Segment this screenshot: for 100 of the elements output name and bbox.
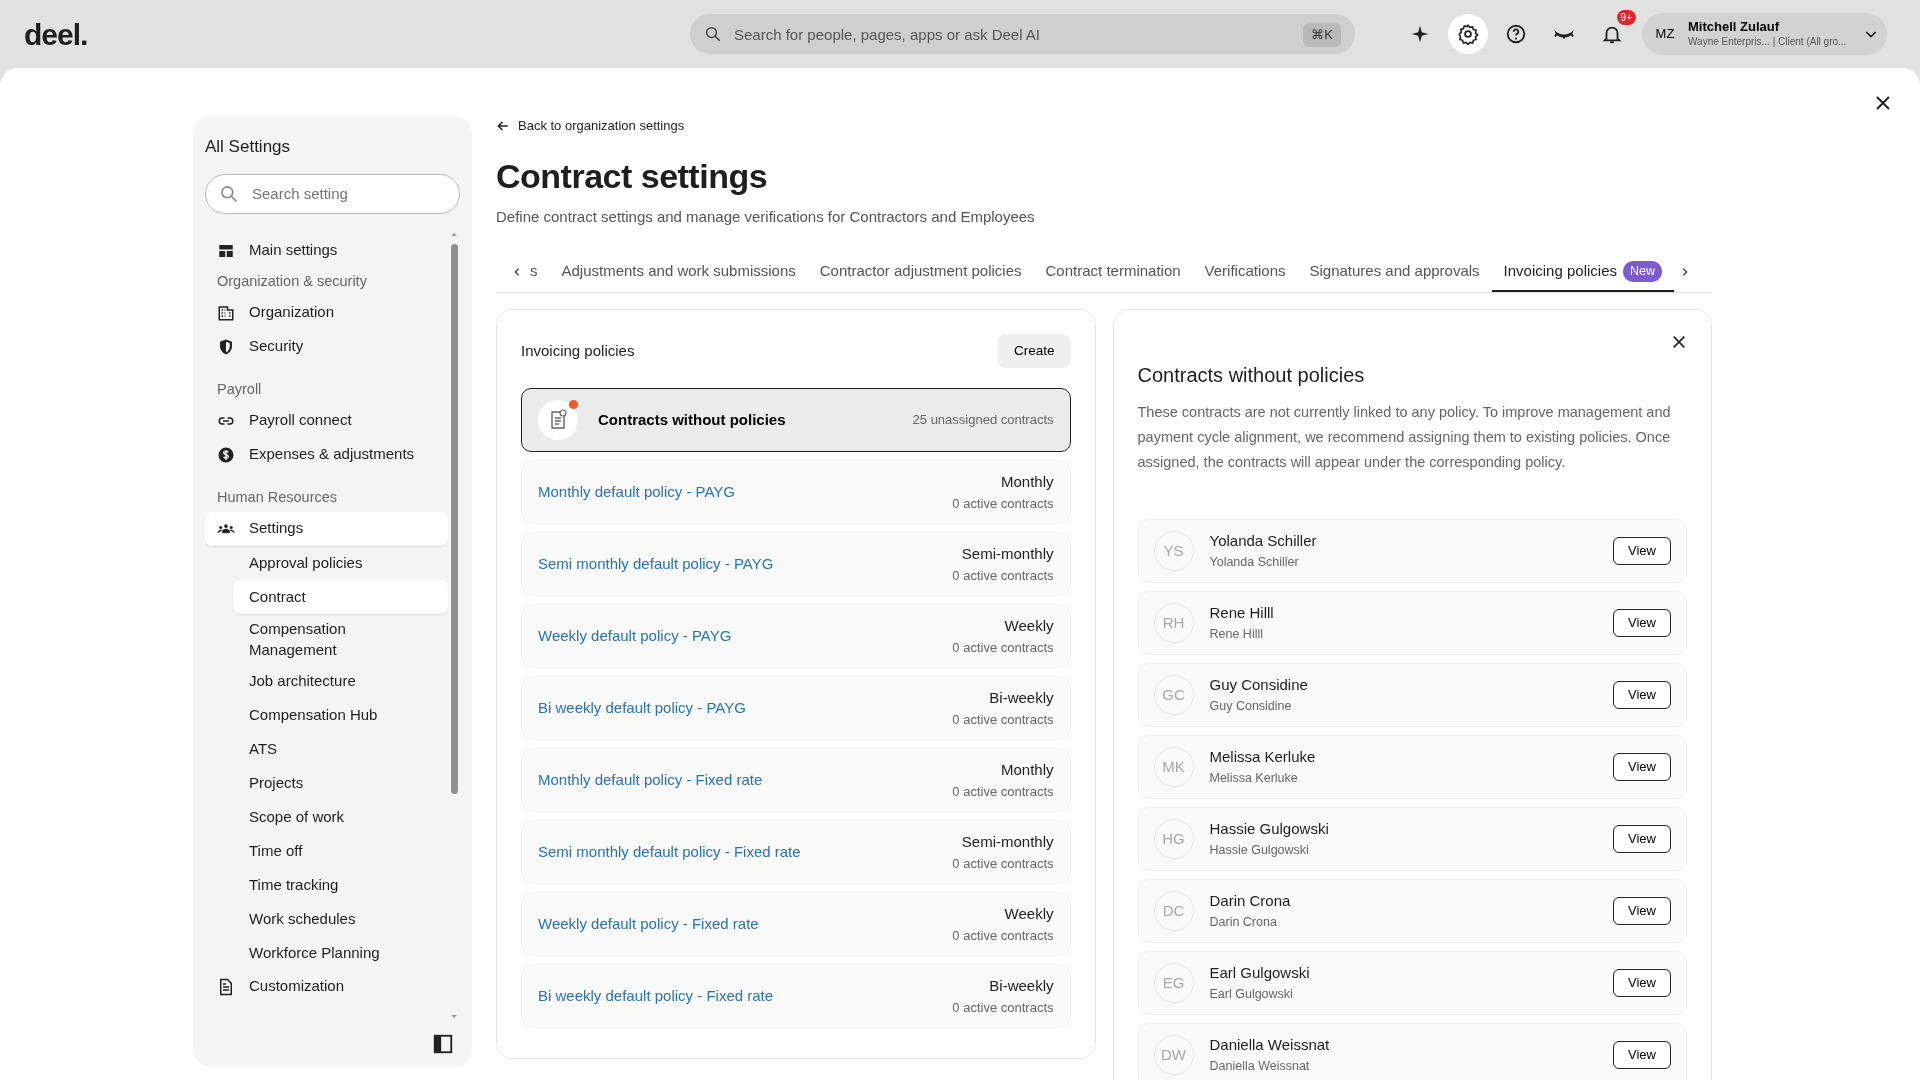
section-heading: Human Resources	[216, 487, 339, 507]
chevron-left-icon	[512, 267, 522, 278]
chevron-right-icon	[1680, 267, 1690, 278]
tab[interactable]: Invoicing policies New	[1491, 252, 1674, 293]
view-button[interactable]: View	[1613, 897, 1671, 925]
payment-frequency: Weekly	[1003, 904, 1054, 924]
sidebar-item[interactable]: Payroll connect	[205, 403, 448, 438]
sidebar-subitem[interactable]: ATS	[233, 731, 448, 766]
sidebar-subitem[interactable]: Contract	[233, 579, 448, 614]
policy-row[interactable]: Weekly default policy - PAYG Weekly 0 active contracts	[521, 604, 1071, 668]
scrollbar-thumb[interactable]	[450, 243, 458, 794]
contract-count: 0 active contracts	[952, 710, 1054, 729]
sidebar-subitem[interactable]: Compensation Hub	[233, 697, 448, 732]
contract-name: Rene Hilll	[1209, 603, 1274, 624]
section-heading: Payroll	[216, 379, 263, 399]
payment-frequency: Weekly	[1003, 616, 1054, 636]
policy-row[interactable]: Semi monthly default policy - Fixed rate Semi-monthly 0 active contracts	[521, 820, 1071, 884]
sidebar-item[interactable]: Customization	[205, 969, 448, 1004]
payment-frequency: Bi-weekly	[988, 976, 1054, 996]
create-button[interactable]: Create	[997, 333, 1071, 368]
avatar: GC	[1153, 674, 1194, 715]
sidebar-subitem[interactable]: Time tracking	[233, 867, 448, 902]
logo[interactable]: deel.	[24, 17, 88, 51]
help-icon	[1505, 23, 1527, 45]
avatar: DW	[1153, 1034, 1194, 1075]
view-button[interactable]: View	[1613, 681, 1671, 709]
close-button[interactable]	[1671, 333, 1687, 350]
policy-row[interactable]: Bi weekly default policy - Fixed rate Bi-weekly 0 active contracts	[521, 964, 1071, 1028]
policy-row[interactable]: Semi monthly default policy - PAYG Semi-monthly 0 active contracts	[521, 532, 1071, 596]
sidebar-subitem[interactable]: Job architecture	[233, 663, 448, 698]
payment-frequency: Semi-monthly	[960, 544, 1054, 564]
sidebar-subitem[interactable]: Work schedules	[233, 901, 448, 936]
settings-button[interactable]	[1448, 14, 1488, 54]
search-field[interactable]: Search setting	[205, 173, 460, 214]
sidebar-item[interactable]: Settings	[205, 511, 448, 546]
contract-subtitle: Rene Hilll	[1209, 625, 1264, 643]
view-button[interactable]: View	[1613, 537, 1671, 565]
view-button[interactable]: View	[1613, 609, 1671, 637]
sidebar-subitem[interactable]: Approval policies	[233, 545, 448, 580]
sidebar-item[interactable]: Organization	[205, 295, 448, 330]
policy-row[interactable]: Bi weekly default policy - PAYG Bi-weekly 0 active contracts	[521, 676, 1071, 740]
tab[interactable]: Contractor adjustment policies	[807, 252, 1034, 293]
sidebar-subitem[interactable]: Scope of work	[233, 799, 448, 834]
card-title: Invoicing policies	[521, 340, 635, 361]
tab[interactable]: Adjustments and work submissions	[549, 252, 808, 293]
contract-name: Melissa Kerluke	[1209, 747, 1316, 768]
sidebar-item[interactable]: Security	[205, 329, 448, 364]
collapse-sidebar-button[interactable]	[432, 1033, 454, 1055]
payment-frequency: Bi-weekly	[988, 688, 1054, 708]
sidebar-item[interactable]: Main settings	[205, 233, 448, 268]
view-button[interactable]: View	[1613, 1041, 1671, 1069]
tab[interactable]: s	[528, 252, 550, 293]
account-menu[interactable]: MZ Mitchell Zulauf Wayne Enterpris... | Client (All gro...	[1642, 13, 1887, 55]
close-icon	[1874, 94, 1892, 112]
sidebar-item[interactable]: Expenses & adjustments	[205, 437, 448, 472]
sidebar-panel-icon	[432, 1033, 454, 1055]
sidebar-subitem[interactable]: Compensation Management	[233, 613, 448, 664]
back-link[interactable]: Back to organization settings	[496, 116, 685, 136]
contract-subtitle: Darin Crona	[1209, 913, 1278, 931]
section-heading: Organization & security	[216, 271, 368, 291]
search-icon	[219, 183, 239, 204]
close-button[interactable]	[1874, 94, 1892, 112]
policy-row[interactable]: Weekly default policy - Fixed rate Weekly 0 active contracts	[521, 892, 1071, 956]
contract-name: Earl Gulgowski	[1209, 963, 1310, 984]
contract-name: Yolanda Schiller	[1209, 531, 1317, 552]
contract-subtitle: Hassie Gulgowski	[1209, 841, 1310, 859]
contract-subtitle: Guy Considine	[1209, 697, 1293, 715]
avatar: RH	[1153, 602, 1194, 643]
contract-count: 0 active contracts	[952, 998, 1054, 1017]
unassigned-contracts-row[interactable]: Contracts without policies 25 unassigned contracts	[521, 388, 1071, 452]
contract-subtitle: Melissa Kerluke	[1209, 769, 1299, 787]
document-icon	[217, 977, 235, 996]
notification-badge: 9+	[1616, 10, 1636, 25]
contract-subtitle: Earl Gulgowski	[1209, 985, 1294, 1003]
tab[interactable]: Contract termination	[1033, 252, 1193, 293]
building-icon	[217, 303, 235, 322]
tab[interactable]: Signatures and approvals	[1297, 252, 1492, 293]
search-icon	[704, 25, 722, 43]
view-button[interactable]: View	[1613, 969, 1671, 997]
contract-count: 0 active contracts	[952, 494, 1054, 513]
payment-frequency: Monthly	[999, 472, 1054, 492]
sidebar-subitem[interactable]: Time off	[233, 833, 448, 868]
policy-row[interactable]: Monthly default policy - Fixed rate Monthly 0 active contracts	[521, 748, 1071, 812]
view-button[interactable]: View	[1613, 825, 1671, 853]
user-organization: Wayne Enterpris... | Client (All gro...	[1688, 34, 1848, 49]
tab[interactable]: Verifications	[1192, 252, 1298, 293]
contract-subtitle: Daniella Weissnat	[1209, 1057, 1311, 1075]
avatar: EG	[1153, 962, 1194, 1003]
notification-dot	[569, 400, 578, 409]
dollar-coin-icon	[217, 445, 235, 464]
view-button[interactable]: View	[1613, 753, 1671, 781]
settings-icon	[1457, 23, 1479, 45]
contract-name: Guy Considine	[1209, 675, 1308, 696]
sidebar-subitem[interactable]: Projects	[233, 765, 448, 800]
policy-row[interactable]: Monthly default policy - PAYG Monthly 0 active contracts	[521, 460, 1071, 524]
sidebar-title: All Settings	[205, 136, 292, 158]
shield-icon	[217, 337, 235, 356]
contract-name: Daniella Weissnat	[1209, 1035, 1330, 1056]
avatar: HG	[1153, 818, 1194, 859]
sidebar-subitem[interactable]: Workforce Planning	[233, 935, 448, 970]
